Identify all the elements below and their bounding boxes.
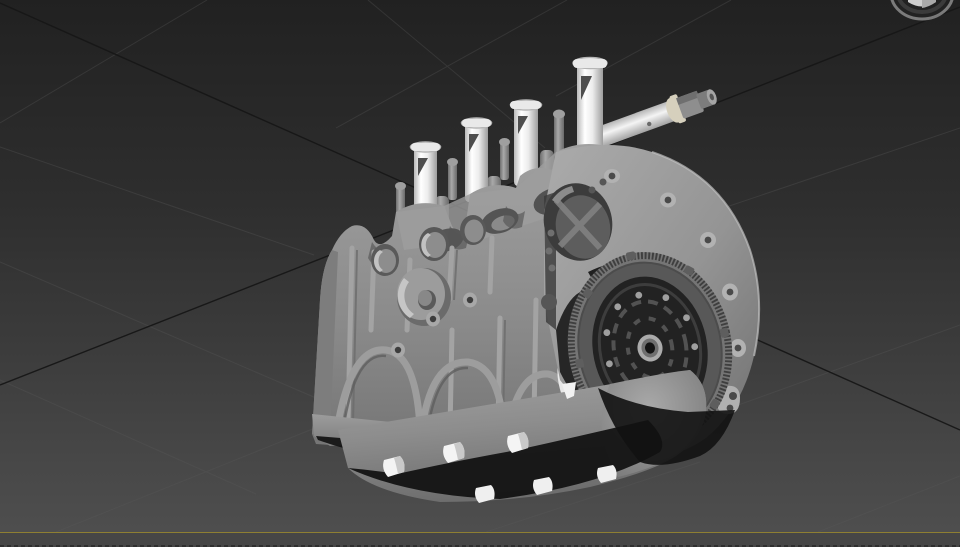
engine-block-model[interactable] (312, 56, 761, 504)
3d-viewport[interactable] (0, 0, 960, 532)
viewcube[interactable] (890, 0, 954, 21)
round-boss (397, 268, 451, 326)
application-window (0, 0, 960, 547)
viewcube-cube[interactable] (908, 0, 936, 8)
track-bar[interactable] (0, 533, 960, 547)
crankshaft-snout[interactable] (583, 81, 721, 155)
viewport-canvas[interactable] (0, 0, 960, 532)
